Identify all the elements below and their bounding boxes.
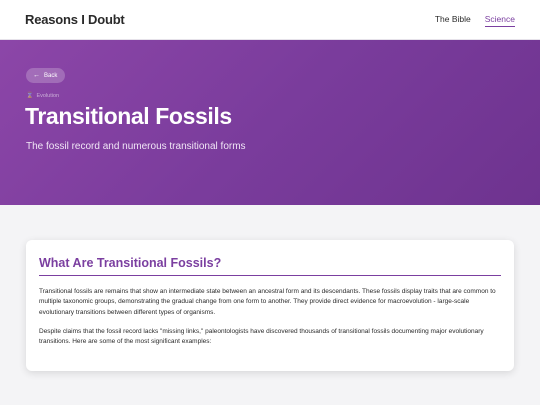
site-brand[interactable]: Reasons I Doubt: [25, 12, 125, 27]
article-paragraph: Despite claims that the fossil record la…: [39, 328, 484, 346]
top-navbar: Reasons I Doubt The Bible Science: [0, 0, 540, 40]
hero-banner: ← Back ⌛ Evolution Transitional Fossils …: [0, 40, 540, 205]
category-label: Evolution: [36, 92, 60, 99]
arrow-left-icon: ←: [33, 72, 40, 79]
page-subtitle: The fossil record and numerous transitio…: [26, 141, 246, 152]
main-nav: The Bible Science: [435, 14, 515, 27]
article-paragraph: Transitional fossils are remains that sh…: [39, 288, 496, 316]
category-tag: ⌛ Evolution: [26, 92, 60, 100]
article-card: What Are Transitional Fossils? Transitio…: [26, 240, 514, 371]
back-button-label: Back: [44, 72, 58, 79]
nav-link-science[interactable]: Science: [484, 14, 515, 27]
hourglass-icon: ⌛: [26, 93, 34, 99]
section-heading: What Are Transitional Fossils?: [39, 256, 222, 270]
heading-divider: [39, 275, 501, 276]
nav-link-the-bible[interactable]: The Bible: [435, 14, 471, 27]
back-button[interactable]: ← Back: [26, 68, 66, 83]
page-title: Transitional Fossils: [25, 103, 232, 129]
